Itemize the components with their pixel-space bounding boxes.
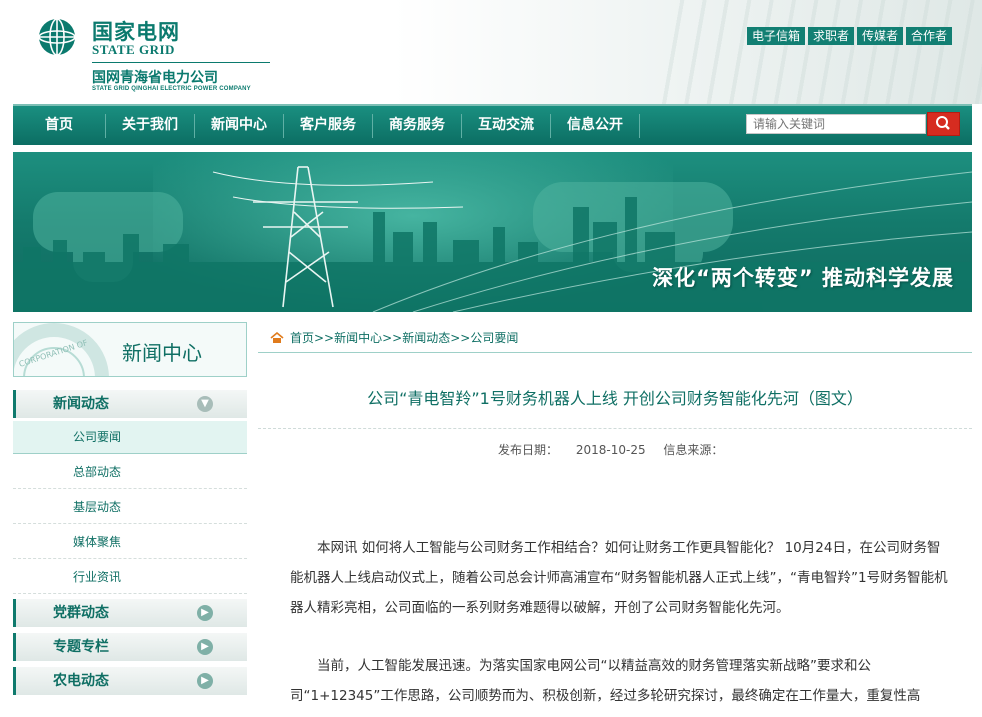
article-paragraph: 本网讯 如何将人工智能与公司财务工作相结合？如何让财务工作更具智能化？ 10月2…: [290, 540, 948, 616]
corporation-seal-icon: CORPORATION OF: [14, 323, 109, 376]
chevron-right-icon: ▶: [197, 605, 213, 621]
home-icon: [270, 331, 284, 343]
sidebar-item-grassroots-news[interactable]: 基层动态: [13, 491, 247, 524]
nav-customer-service[interactable]: 客户服务: [284, 106, 372, 145]
article-title: 公司“青电智羚”1号财务机器人上线 开创公司财务智能化先河（图文）: [367, 389, 863, 408]
title-divider: [258, 428, 972, 430]
sidebar-group-label: 新闻动态: [53, 396, 109, 412]
search-button[interactable]: [927, 112, 960, 136]
state-grid-globe-icon: [38, 18, 76, 56]
sidebar-item-company-news[interactable]: 公司要闻: [13, 421, 247, 454]
sidebar-group-rural[interactable]: 农电动态 ▶: [13, 667, 247, 695]
site-header: 国家电网 STATE GRID 国网青海省电力公司 STATE GRID QIN…: [0, 0, 982, 104]
search-input[interactable]: [746, 114, 926, 134]
sidebar-header: CORPORATION OF 新闻中心: [13, 322, 247, 377]
breadcrumb: 首页>>新闻中心>>新闻动态>>公司要闻: [270, 329, 518, 346]
nav-info-disclosure[interactable]: 信息公开: [551, 106, 639, 145]
article-meta: 发布日期： 2018-10-25 信息来源：: [498, 441, 737, 458]
publish-date: 2018-10-25: [575, 443, 646, 457]
nav-interaction[interactable]: 互动交流: [462, 106, 550, 145]
banner: 深化“两个转变” 推动科学发展: [13, 152, 972, 312]
chevron-right-icon: ▶: [197, 673, 213, 689]
sidebar-group-news[interactable]: 新闻动态 ▼: [13, 390, 247, 418]
sidebar-group-party[interactable]: 党群动态 ▶: [13, 599, 247, 627]
chevron-down-icon: ▼: [197, 396, 213, 412]
toplink-email[interactable]: 电子信箱: [746, 27, 805, 45]
sidebar-group-label: 专题专栏: [53, 639, 109, 655]
company-name-cn: 国网青海省电力公司: [92, 70, 218, 86]
nav-news[interactable]: 新闻中心: [195, 106, 283, 145]
source-label: 信息来源：: [663, 443, 724, 457]
breadcrumb-path[interactable]: 首页>>新闻中心>>新闻动态>>公司要闻: [290, 329, 518, 346]
banner-slogan: 深化“两个转变” 推动科学发展: [652, 266, 954, 290]
sidebar-group-label: 农电动态: [53, 673, 109, 689]
brand-name-en: STATE GRID: [92, 42, 175, 57]
article-paragraph: 当前，人工智能发展迅速。为落实国家电网公司“以精益高效的财务管理落实新战略”要求…: [290, 658, 921, 704]
top-links: 电子信箱 求职者 传媒者 合作者: [746, 27, 952, 45]
sidebar-item-hq-news[interactable]: 总部动态: [13, 456, 247, 489]
nav-about[interactable]: 关于我们: [106, 106, 194, 145]
toplink-partner[interactable]: 合作者: [905, 27, 952, 45]
date-label: 发布日期：: [498, 443, 559, 457]
toplink-media[interactable]: 传媒者: [856, 27, 903, 45]
sidebar-title: 新闻中心: [122, 341, 202, 365]
sidebar-group-label: 党群动态: [53, 605, 109, 621]
brand-divider: [92, 62, 270, 63]
chevron-right-icon: ▶: [197, 639, 213, 655]
sidebar-group-special[interactable]: 专题专栏 ▶: [13, 633, 247, 661]
sidebar-item-media-focus[interactable]: 媒体聚焦: [13, 526, 247, 559]
nav-home[interactable]: 首页: [13, 106, 105, 145]
search-icon: [936, 116, 950, 130]
company-name-en: STATE GRID QINGHAI ELECTRIC POWER COMPAN…: [92, 86, 251, 92]
sidebar-item-industry-info[interactable]: 行业资讯: [13, 561, 247, 594]
breadcrumb-divider: [258, 352, 972, 353]
toplink-job-seeker[interactable]: 求职者: [807, 27, 854, 45]
nav-business-service[interactable]: 商务服务: [373, 106, 461, 145]
nav-separator: [639, 114, 640, 138]
